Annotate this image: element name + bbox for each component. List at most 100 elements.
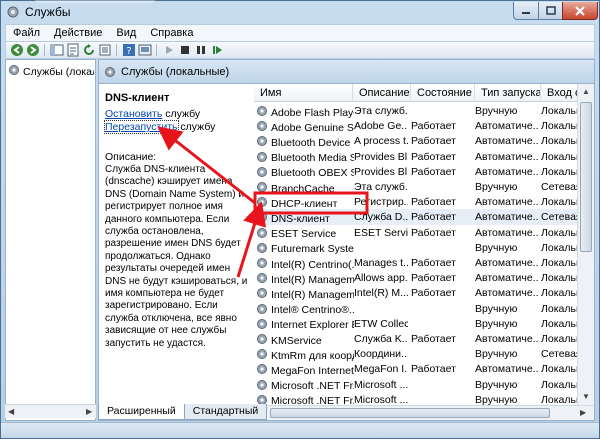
tree-hscrollbar[interactable]: ◀ ▶: [5, 404, 96, 418]
scroll-right-icon[interactable]: ▶: [86, 407, 92, 416]
service-state-cell: Работает: [411, 333, 456, 345]
menu-help[interactable]: Справка: [143, 27, 200, 39]
service-state-cell: Работает: [411, 272, 456, 285]
service-description-cell: Provides Bl...: [354, 165, 408, 178]
show-tree-icon[interactable]: [50, 43, 64, 57]
column-header-description[interactable]: Описание: [353, 84, 411, 102]
service-description-cell: Microsoft ...: [354, 393, 408, 405]
service-name: Microsoft .NET Fr...: [271, 395, 354, 405]
scroll-up-icon[interactable]: ▲: [582, 87, 590, 96]
column-header-state[interactable]: Состояние: [411, 84, 475, 102]
menu-bar: Файл Действие Вид Справка: [5, 24, 595, 42]
service-name: Adobe Genuine S...: [271, 121, 354, 134]
table-row[interactable]: Intel(R) Centrino(... Manages t... Работае…: [254, 255, 594, 271]
table-row[interactable]: Intel(R) Managem...Intel(R) M...Работает…: [254, 285, 594, 301]
service-state-cell: Работает: [411, 287, 456, 300]
hscroll-thumb[interactable]: [270, 408, 550, 418]
refresh-icon[interactable]: [82, 43, 96, 57]
service-description-cell: Adobe Ge...: [354, 120, 408, 133]
tab-extended[interactable]: Расширенный: [98, 404, 185, 420]
stop-service-link[interactable]: Остановить: [105, 108, 162, 120]
back-arrow-icon[interactable]: [10, 43, 24, 57]
service-state-cell: Работает: [411, 165, 456, 178]
detail-service-name: DNS-клиент: [105, 92, 170, 104]
menu-file[interactable]: Файл: [6, 27, 47, 39]
service-startup-cell: Вручную: [475, 393, 518, 405]
service-startup-cell: Вручную: [475, 181, 518, 193]
table-row[interactable]: MegaFon Internet ...MegaFon I...Работает…: [254, 361, 594, 377]
table-row[interactable]: KMService Служба K... Работает Автоматиче..…: [254, 331, 594, 347]
table-row[interactable]: Bluetooth OBEX S...Provides Bl...Работае…: [254, 164, 594, 180]
table-row[interactable]: Microsoft .NET Fr... Microsoft ... Вручную…: [254, 377, 594, 393]
title-bar[interactable]: Службы: [1, 0, 599, 23]
service-state-cell: Работает: [411, 150, 456, 163]
service-name: MegaFon Internet ...: [271, 364, 354, 377]
table-row[interactable]: ESET ServiceESET ServiceРаботаетАвтомати…: [254, 225, 594, 241]
service-name: Bluetooth OBEX S...: [271, 167, 354, 180]
service-name: Intel(R) Managem...: [271, 288, 354, 301]
scroll-right-icon[interactable]: ▶: [580, 408, 586, 417]
resume-icon[interactable]: [210, 43, 224, 57]
table-row[interactable]: Futuremark Syste... Вручную Локальн: [254, 240, 594, 256]
tree-item-services[interactable]: Службы (локалы: [8, 64, 94, 79]
close-button[interactable]: [562, 2, 598, 20]
service-name: Bluetooth Media S...: [271, 152, 354, 165]
table-row[interactable]: Microsoft .NET Fr... Microsoft ... Вручную…: [254, 392, 594, 405]
properties-icon[interactable]: [66, 43, 80, 57]
help-icon[interactable]: ?: [122, 43, 136, 57]
service-name: Adobe Flash Player...: [271, 106, 354, 119]
menu-action[interactable]: Действие: [47, 27, 109, 39]
column-header-name[interactable]: Имя: [254, 84, 353, 102]
table-row[interactable]: Adobe Flash Player...Эта служб... Вручную…: [254, 103, 594, 119]
services-window: Службы Файл Действие Вид Справка ? Служб…: [0, 0, 600, 439]
table-row[interactable]: KtmRm для коорд...Координи...ВручнуюСете…: [254, 346, 594, 362]
list-vscrollbar[interactable]: ▲ ▼: [577, 84, 594, 405]
table-row[interactable]: Intel® Centrino®... Вручную Локальн: [254, 301, 594, 317]
table-row[interactable]: Adobe Genuine S... Adobe Ge... Работает Авт…: [254, 118, 594, 134]
service-state-cell: Работает: [411, 120, 456, 133]
service-startup-cell: Автоматиче...: [475, 211, 539, 224]
service-description: Служба DNS-клиента (dnscache) кэширует и…: [105, 164, 248, 349]
service-state-cell: Работает: [411, 196, 456, 209]
toolbar: ?: [5, 42, 595, 59]
scroll-left-icon[interactable]: ◀: [8, 407, 14, 416]
service-description-cell: Manages t...: [354, 257, 408, 269]
tree-item-label: Службы (локалы: [23, 65, 94, 78]
service-name: Bluetooth Device ...: [271, 136, 354, 149]
service-startup-cell: Автоматиче...: [475, 363, 539, 376]
table-row[interactable]: Bluetooth Device ...A process t...Работа…: [254, 133, 594, 149]
export-list-icon[interactable]: [98, 43, 112, 57]
service-name: DHCP-клиент: [271, 197, 338, 210]
menu-view[interactable]: Вид: [109, 27, 143, 39]
maximize-button[interactable]: [538, 2, 563, 20]
restart-service-link[interactable]: Перезапустить: [104, 120, 179, 134]
service-startup-cell: Автоматиче...: [475, 333, 539, 345]
table-row[interactable]: BranchCache Эта служб... Вручную Сетевая с: [254, 179, 594, 195]
console-icon[interactable]: [138, 43, 152, 57]
vscroll-thumb[interactable]: [580, 102, 592, 252]
stop-icon[interactable]: [178, 43, 192, 57]
table-row[interactable]: DHCP-клиент Регистрир... Работает Автоматич…: [254, 194, 594, 210]
service-name: Futuremark Syste...: [271, 243, 354, 256]
service-description-cell: Provides Bl...: [354, 150, 408, 163]
pause-icon[interactable]: [194, 43, 208, 57]
play-icon[interactable]: [162, 43, 176, 57]
table-row[interactable]: Internet Explorer E...ETW Collect... Вруч…: [254, 316, 594, 332]
service-state-cell: Работает: [411, 257, 456, 269]
minimize-button[interactable]: [513, 2, 539, 20]
table-row[interactable]: DNS-клиент Служба D... Работает Автоматиче.…: [254, 209, 594, 226]
forward-arrow-icon[interactable]: [26, 43, 40, 57]
service-description-cell: Служба D...: [354, 211, 408, 224]
table-row[interactable]: Bluetooth Media S...Provides Bl...Работа…: [254, 149, 594, 165]
service-name: Internet Explorer E...: [271, 319, 354, 332]
column-header-startup[interactable]: Тип запуска: [475, 84, 541, 102]
list-hscrollbar[interactable]: ◀ ▶: [254, 405, 594, 420]
svg-text:?: ?: [126, 46, 131, 57]
restart-service-row: Перезапустить службу: [104, 120, 251, 134]
service-startup-cell: Автоматиче...: [475, 135, 539, 148]
tab-standard[interactable]: Стандартный: [183, 404, 268, 420]
table-row[interactable]: Intel(R) Managem...Allows app...Работает…: [254, 270, 594, 286]
scroll-down-icon[interactable]: ▼: [582, 392, 590, 401]
service-name: KMService: [271, 334, 322, 347]
service-description-cell: Эта служб...: [354, 105, 408, 117]
